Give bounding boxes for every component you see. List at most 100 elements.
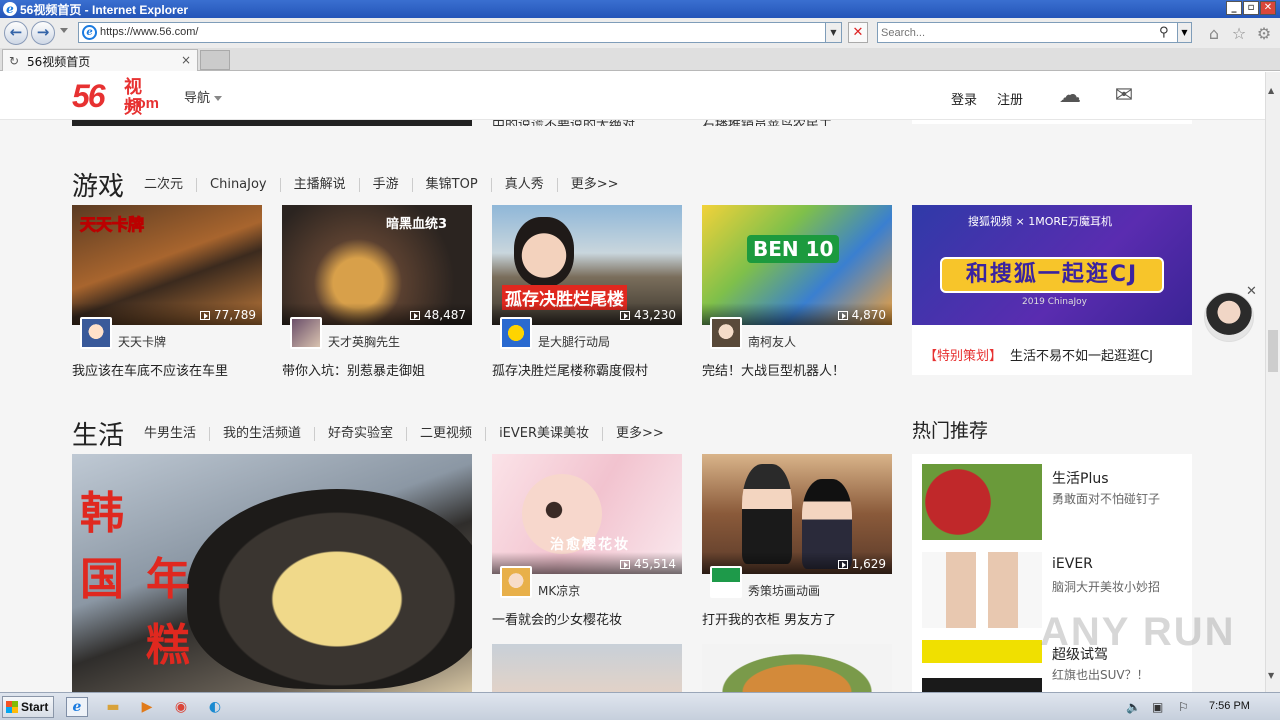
avatar[interactable] [290,317,322,349]
avatar[interactable] [500,317,532,349]
floating-ad-avatar[interactable] [1204,292,1254,342]
author-name[interactable]: MK凉京 [538,582,580,599]
games-subnav-item[interactable]: 真人秀 [490,178,557,192]
author-name[interactable]: 天天卡牌 [118,333,166,350]
search-box[interactable]: ⚲ ▼ [877,22,1192,43]
games-subnav-item[interactable]: 集锦TOP [411,178,491,192]
games-subnav-more[interactable]: 更多>> [556,178,632,192]
games-subnav-item[interactable]: ChinaJoy [196,178,280,192]
home-icon[interactable]: ⌂ [1204,24,1224,44]
avatar[interactable] [710,566,742,598]
games-subnav-item[interactable]: 手游 [358,178,412,192]
taskbar-ie-icon[interactable]: e [66,697,88,717]
forward-button[interactable]: → [31,21,55,45]
taskbar-media-player-icon[interactable]: ▶ [136,697,158,717]
search-icon[interactable]: ⚲ [1159,24,1169,41]
message-envelope-icon[interactable]: ✉ [1109,81,1139,111]
special-promo-card[interactable]: 搜狐视频 × 1MORE万魔耳机 和搜狐一起逛CJ 2019 ChinaJoy … [912,205,1192,375]
taskbar-clock[interactable]: 7:56 PM [1209,700,1250,712]
hot-item-desc[interactable]: 勇敢面对不怕碰钉子 [1052,490,1160,507]
promo-banner-sponsors: 搜狐视频 × 1MORE万魔耳机 [968,215,1112,228]
hot-item-desc[interactable]: 脑洞大开美妆小妙招 [1052,578,1160,595]
life-subnav-item[interactable]: iEVER美课美妆 [485,427,602,441]
taskbar-chrome-icon[interactable]: ◉ [170,697,192,717]
upload-cloud-icon[interactable]: ☁ [1055,81,1085,111]
hot-recommend-item[interactable]: 生活Plus 勇敢面对不怕碰钉子 [922,464,1182,540]
games-subnav-item[interactable]: 主播解说 [279,178,359,192]
search-input[interactable] [881,25,1151,40]
taskbar-edge-icon[interactable]: ◐ [204,697,226,717]
life-subnav-item[interactable]: 我的生活频道 [209,427,314,441]
previous-section-thumbnail[interactable] [72,120,472,126]
scroll-thumb[interactable] [1268,330,1278,372]
video-title[interactable]: 完结！大战巨型机器人！ [702,360,902,379]
video-thumbnail[interactable]: 天天卡牌 77,789 [72,205,262,325]
video-title[interactable]: 打开我的衣柜 男友方了 [702,609,902,628]
video-title[interactable]: 我应该在车底不应该在车里 [72,360,272,379]
video-title[interactable]: 一看就会的少女樱花妆 [492,609,692,628]
video-thumbnail[interactable]: 暗黑血统3 48,487 [282,205,472,325]
address-url[interactable]: https://www.56.com/ [100,26,198,38]
favorites-star-icon[interactable]: ☆ [1229,24,1249,44]
promo-banner[interactable]: 搜狐视频 × 1MORE万魔耳机 和搜狐一起逛CJ 2019 ChinaJoy [912,205,1192,325]
video-title[interactable]: 孤存决胜烂尾楼称霸度假村 [492,360,692,379]
history-dropdown-icon[interactable] [60,28,68,33]
play-count-icon [620,311,630,320]
page-scrollbar[interactable]: ▲ ▼ [1265,72,1280,692]
hot-item-name[interactable]: iEVER [1052,556,1093,572]
search-dropdown-icon[interactable]: ▼ [1177,23,1191,42]
avatar[interactable] [500,566,532,598]
author-name[interactable]: 是大腿行动局 [538,333,610,350]
video-thumbnail[interactable] [492,644,682,692]
life-subnav-item[interactable]: 二更视频 [406,427,485,441]
network-icon[interactable]: ▣ [1152,699,1163,715]
section-title-games[interactable]: 游戏 [72,166,124,203]
taskbar-explorer-folder-icon[interactable]: ▬ [102,697,124,717]
hot-item-desc[interactable]: 红旗也出SUV？！ [1052,666,1149,683]
close-window-button[interactable]: ✕ [1260,1,1276,15]
stop-button[interactable]: ✕ [848,22,868,43]
video-thumbnail[interactable]: 孤存决胜烂尾楼 43,230 [492,205,682,325]
scroll-up-icon[interactable]: ▲ [1268,86,1274,95]
life-subnav-item[interactable]: 牛男生活 [131,427,209,441]
author-name[interactable]: 南柯友人 [748,333,796,350]
volume-icon[interactable]: 🔈 [1126,699,1141,715]
nav-guide-menu[interactable]: 导航 [184,87,223,106]
tab-56-home[interactable]: ↻ 56视频首页 × [2,49,198,71]
video-thumbnail[interactable] [702,644,892,692]
start-button[interactable]: Start [2,696,54,718]
address-dropdown-icon[interactable]: ▼ [825,23,841,42]
video-thumbnail[interactable]: 治愈樱花妆 45,514 [492,454,682,574]
tab-close-icon[interactable]: × [181,53,191,67]
scroll-down-icon[interactable]: ▼ [1268,671,1274,680]
author-name[interactable]: 秀策坊画动画 [748,582,820,599]
featured-video-thumbnail[interactable]: 韩 国 年 糕 [72,454,472,692]
hot-thumbnail[interactable] [922,640,1042,692]
new-tab-button[interactable] [200,50,230,70]
video-thumbnail[interactable]: BEN 10 4,870 [702,205,892,325]
hot-thumbnail[interactable] [922,552,1042,628]
back-button[interactable]: ← [4,21,28,45]
video-title[interactable]: 带你入坑：别惹暴走御姐 [282,360,482,379]
thumbnail-title-char: 韩 [80,488,124,539]
games-subnav-item[interactable]: 二次元 [131,178,196,192]
hot-thumbnail[interactable] [922,464,1042,540]
avatar[interactable] [710,317,742,349]
life-subnav-item[interactable]: 好奇实验室 [314,427,406,441]
close-icon[interactable]: ✕ [1246,284,1257,299]
tools-gear-icon[interactable]: ⚙ [1254,24,1274,44]
video-thumbnail[interactable]: 1,629 [702,454,892,574]
section-title-life[interactable]: 生活 [72,415,124,452]
address-bar[interactable]: e https://www.56.com/ ▼ [78,22,842,43]
register-link[interactable]: 注册 [997,89,1023,108]
minimize-button[interactable]: _ [1226,1,1242,15]
promo-text[interactable]: 生活不易不如一起逛逛CJ [1010,345,1153,364]
life-subnav-more[interactable]: 更多>> [602,427,677,441]
avatar[interactable] [80,317,112,349]
action-center-flag-icon[interactable]: ⚐ [1178,699,1189,715]
hot-item-name[interactable]: 生活Plus [1052,468,1109,488]
author-name[interactable]: 天才英胸先生 [328,333,400,350]
login-link[interactable]: 登录 [951,89,977,108]
windows-taskbar: Start e ▬ ▶ ◉ ◐ 🔈 ▣ ⚐ 7:56 PM [0,692,1280,720]
restore-button[interactable]: ▫ [1243,1,1259,15]
